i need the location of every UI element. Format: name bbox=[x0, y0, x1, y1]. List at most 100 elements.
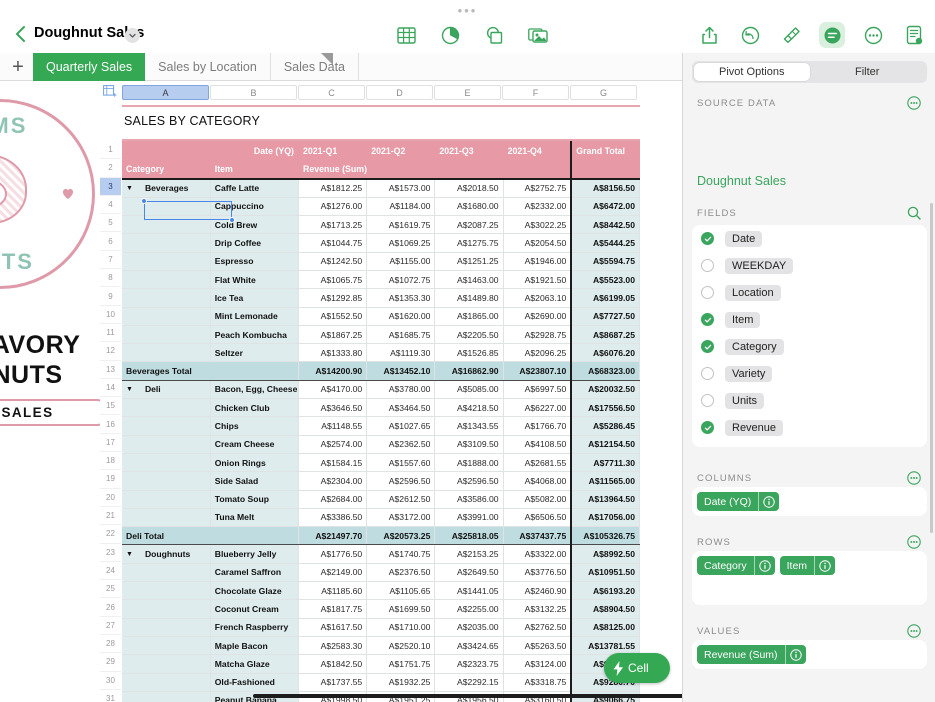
cell-q1[interactable]: A$4170.00 bbox=[298, 380, 368, 400]
more-icon[interactable] bbox=[860, 22, 886, 48]
field-row[interactable]: Item bbox=[692, 306, 927, 333]
table-row[interactable]: Cold Brew A$1713.25 A$1619.75 A$2087.25 A$30… bbox=[122, 215, 641, 235]
cell-grand-total[interactable]: A$5286.45 bbox=[570, 416, 641, 436]
cell-q4[interactable]: A$6227.00 bbox=[503, 398, 572, 418]
tab-pivot-options[interactable]: Pivot Options bbox=[694, 63, 810, 81]
header-blank[interactable] bbox=[122, 141, 211, 160]
header-q4[interactable]: 2021-Q4 bbox=[503, 141, 572, 160]
table-row[interactable]: Maple Bacon A$2583.30 A$2520.10 A$3424.65 A$… bbox=[122, 636, 641, 656]
cell-q4[interactable]: A$5263.50 bbox=[503, 636, 572, 656]
share-icon[interactable] bbox=[696, 22, 722, 48]
cell-q3[interactable]: A$1251.25 bbox=[434, 252, 504, 271]
cell-category[interactable] bbox=[122, 654, 211, 674]
rows-options-icon[interactable] bbox=[907, 535, 921, 549]
field-name[interactable]: Date bbox=[725, 230, 763, 247]
cell-q1[interactable]: A$1185.60 bbox=[298, 581, 368, 601]
cell-q1[interactable]: A$1713.25 bbox=[298, 215, 368, 235]
row-header-10[interactable]: 10 bbox=[100, 306, 121, 324]
cell-grand-total[interactable]: A$5444.25 bbox=[570, 233, 641, 253]
cell-item[interactable]: Mint Lemonade bbox=[210, 307, 300, 326]
cell-q4[interactable]: A$1921.50 bbox=[503, 270, 572, 290]
cell-q2[interactable]: A$1620.00 bbox=[366, 307, 436, 326]
cell-q3[interactable]: A$4218.50 bbox=[434, 398, 504, 418]
unchecked-circle-icon[interactable] bbox=[701, 286, 714, 299]
cell-item[interactable]: Chocolate Glaze bbox=[210, 581, 300, 601]
cell-q4[interactable]: A$3322.00 bbox=[503, 544, 572, 564]
cell-q3[interactable]: A$1343.55 bbox=[434, 416, 504, 436]
cell-category[interactable] bbox=[122, 490, 211, 509]
table-row[interactable]: Beverages Total A$14200.90 A$13452.10 A$168… bbox=[122, 361, 641, 381]
cell-grand-total[interactable]: A$11565.00 bbox=[570, 471, 641, 491]
field-name[interactable]: Variety bbox=[725, 365, 773, 382]
cell-q2[interactable]: A$1069.25 bbox=[366, 233, 436, 253]
cell-q4[interactable]: A$1766.70 bbox=[503, 416, 572, 436]
cell-q2[interactable]: A$1184.00 bbox=[366, 197, 436, 217]
cell-grand-total[interactable]: A$6199.05 bbox=[570, 288, 641, 308]
table-row[interactable]: Espresso A$1242.50 A$1155.00 A$1251.25 A$194… bbox=[122, 252, 641, 271]
cell-q2[interactable]: A$1710.00 bbox=[366, 618, 436, 637]
cell-q4[interactable]: A$3776.50 bbox=[503, 563, 572, 583]
cell-item[interactable]: Peach Kombucha bbox=[210, 325, 300, 345]
cell-q4[interactable]: A$3318.75 bbox=[503, 673, 572, 692]
cell-category[interactable] bbox=[122, 599, 211, 619]
cell-q1[interactable]: A$3386.50 bbox=[298, 508, 368, 528]
cell-q3[interactable]: A$3109.50 bbox=[434, 435, 504, 454]
cell-item[interactable]: Onion Rings bbox=[210, 453, 300, 473]
cell-q4[interactable]: A$2332.00 bbox=[503, 197, 572, 217]
cell-q2[interactable]: A$2596.50 bbox=[366, 471, 436, 491]
cell-q2[interactable]: A$1072.75 bbox=[366, 270, 436, 290]
cell-category[interactable] bbox=[122, 398, 211, 418]
cell-grand-total[interactable]: A$12154.50 bbox=[570, 435, 641, 454]
table-row[interactable]: Flat White A$1065.75 A$1072.75 A$1463.00 A$1… bbox=[122, 270, 641, 290]
row-header-31[interactable]: 31 bbox=[100, 690, 121, 702]
cell-q2[interactable]: A$1751.75 bbox=[366, 654, 436, 674]
header-category[interactable]: Category bbox=[122, 160, 211, 180]
inspector-scrollbar[interactable] bbox=[930, 203, 933, 533]
cell-item[interactable]: Espresso bbox=[210, 252, 300, 271]
cell-q4[interactable]: A$2054.50 bbox=[503, 233, 572, 253]
row-header-13[interactable]: 13 bbox=[100, 361, 121, 379]
cell-q3[interactable]: A$2255.00 bbox=[434, 599, 504, 619]
cell-item[interactable]: Chips bbox=[210, 416, 300, 436]
cell-q2[interactable]: A$1573.00 bbox=[366, 179, 436, 198]
cell-q3[interactable]: A$1463.00 bbox=[434, 270, 504, 290]
cell-q3[interactable]: A$1888.00 bbox=[434, 453, 504, 473]
cell-q2[interactable]: A$2362.50 bbox=[366, 435, 436, 454]
cell-q1[interactable]: A$1617.50 bbox=[298, 618, 368, 637]
cell-category[interactable] bbox=[122, 581, 211, 601]
cell-category[interactable]: ▼ Beverages bbox=[122, 179, 211, 198]
sheet-tab-sales-data[interactable]: Sales Data bbox=[271, 53, 359, 81]
cell-category[interactable] bbox=[122, 343, 211, 363]
cell-grand-total[interactable]: A$6076.20 bbox=[570, 343, 641, 363]
field-row[interactable]: Location bbox=[692, 279, 927, 306]
cell-category[interactable] bbox=[122, 325, 211, 345]
table-row[interactable]: Old-Fashioned A$1737.55 A$1932.25 A$2292.15… bbox=[122, 673, 641, 692]
cell-q2[interactable]: A$1619.75 bbox=[366, 215, 436, 235]
cell-q4[interactable]: A$23807.10 bbox=[503, 361, 572, 381]
cell-grand-total[interactable]: A$17056.00 bbox=[570, 508, 641, 528]
sheet-tab-sales-by-location[interactable]: Sales by Location bbox=[145, 53, 271, 81]
table-row[interactable]: Cream Cheese A$2574.00 A$2362.50 A$3109.50 A… bbox=[122, 435, 641, 454]
row-header-3[interactable]: 3 bbox=[100, 177, 121, 196]
cell-q1[interactable]: A$1276.00 bbox=[298, 197, 368, 217]
cell-grand-total[interactable]: A$5523.00 bbox=[570, 270, 641, 290]
column-header-b[interactable]: B bbox=[210, 85, 297, 100]
cell-grand-total[interactable]: A$68323.00 bbox=[570, 361, 641, 381]
table-row[interactable]: Cappuccino A$1276.00 A$1184.00 A$1680.00 A$2… bbox=[122, 197, 641, 217]
header-q3[interactable]: 2021-Q3 bbox=[434, 141, 504, 160]
field-row[interactable]: Date bbox=[692, 225, 927, 252]
cell-category[interactable] bbox=[122, 233, 211, 253]
table-row[interactable]: Tomato Soup A$2684.00 A$2612.50 A$3586.00 A$… bbox=[122, 490, 641, 509]
field-name[interactable]: Location bbox=[725, 284, 781, 301]
cell-q3[interactable]: A$1680.00 bbox=[434, 197, 504, 217]
column-header-c[interactable]: C bbox=[298, 85, 365, 100]
row-header-12[interactable]: 12 bbox=[100, 342, 121, 361]
row-header-16[interactable]: 16 bbox=[100, 415, 121, 434]
cell-grand-total[interactable]: A$7727.50 bbox=[570, 307, 641, 326]
cell-category[interactable] bbox=[122, 197, 211, 217]
table-row[interactable]: Coconut Cream A$1817.75 A$1699.50 A$2255.00… bbox=[122, 599, 641, 619]
table-row[interactable]: Drip Coffee A$1044.75 A$1069.25 A$1275.75 A$… bbox=[122, 233, 641, 253]
row-header-26[interactable]: 26 bbox=[100, 598, 121, 617]
cell-q2[interactable]: A$1353.30 bbox=[366, 288, 436, 308]
cell-q4[interactable]: A$4108.50 bbox=[503, 435, 572, 454]
